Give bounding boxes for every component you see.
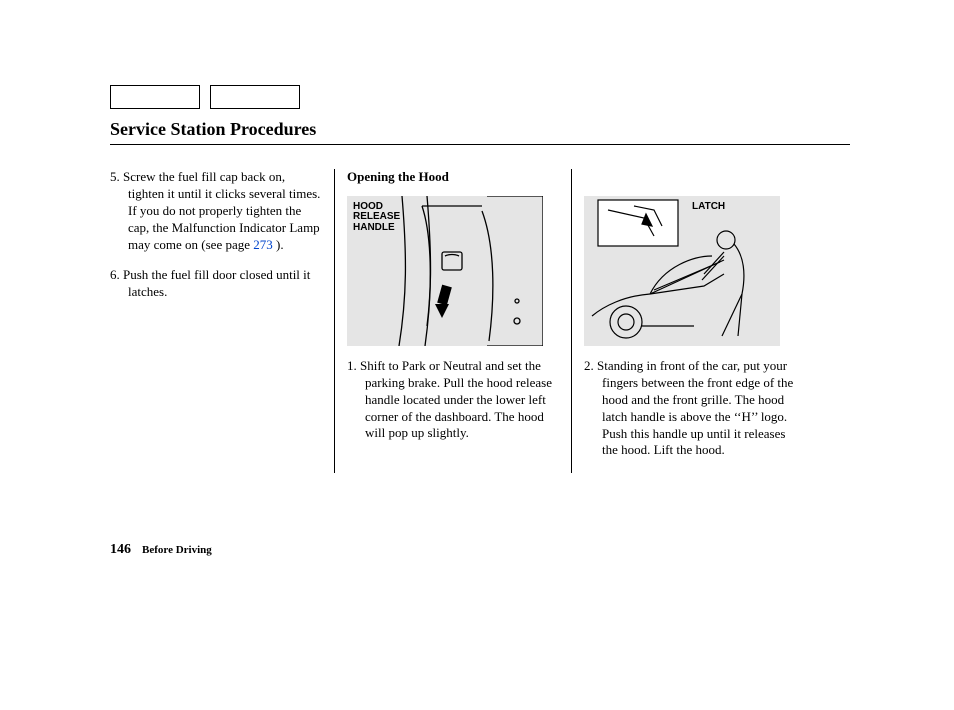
step-text: Push the fuel fill door closed until it … [123, 267, 310, 299]
hood-latch-figure: LATCH [584, 196, 780, 346]
title-underline [110, 144, 850, 145]
spacer [584, 169, 798, 196]
column-left: 5. Screw the fuel fill cap back on, tigh… [110, 169, 334, 473]
step-marker: 6. [110, 267, 120, 282]
step-6: 6. Push the fuel fill door closed until … [110, 267, 324, 301]
step-text: Standing in front of the car, put your f… [597, 358, 793, 457]
column-right: LATCH [571, 169, 798, 473]
top-box-left [110, 85, 200, 109]
opening-hood-heading: Opening the Hood [347, 169, 561, 186]
page-footer: 146 Before Driving [110, 542, 212, 558]
hood-release-figure: HOOD RELEASE HANDLE [347, 196, 543, 346]
section-name: Before Driving [142, 544, 212, 556]
decorative-top-boxes [110, 85, 850, 109]
step-2-latch: 2. Standing in front of the car, put you… [584, 358, 798, 459]
step-text-after: ). [273, 237, 284, 252]
column-middle: Opening the Hood HOOD RELEASE HANDLE [334, 169, 571, 473]
top-box-right [210, 85, 300, 109]
step-marker: 1. [347, 358, 357, 373]
step-1-hood: 1. Shift to Park or Neutral and set the … [347, 358, 561, 442]
step-5: 5. Screw the fuel fill cap back on, tigh… [110, 169, 324, 253]
hood-release-label: HOOD RELEASE HANDLE [353, 202, 400, 234]
step-marker: 2. [584, 358, 594, 373]
page-number: 146 [110, 542, 131, 557]
step-text: Shift to Park or Neutral and set the par… [360, 358, 552, 441]
page-section-title: Service Station Procedures [110, 119, 850, 140]
hood-latch-illustration-icon [584, 196, 780, 346]
step-marker: 5. [110, 169, 120, 184]
page-link-273[interactable]: 273 [253, 237, 273, 252]
latch-label: LATCH [692, 202, 725, 213]
step-text-before: Screw the fuel fill cap back on, tighten… [123, 169, 320, 252]
